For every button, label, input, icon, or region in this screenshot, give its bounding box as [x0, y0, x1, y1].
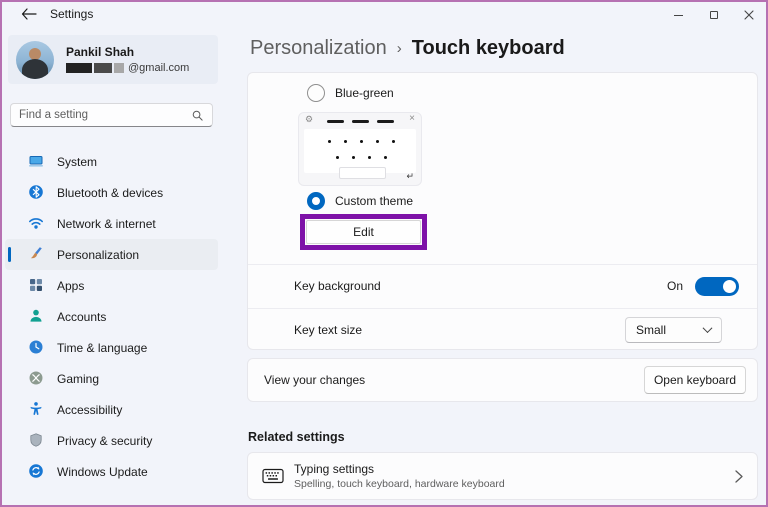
- sidebar-item-accounts[interactable]: Accounts: [5, 301, 218, 332]
- search-box[interactable]: [10, 103, 213, 127]
- page-title: Touch keyboard: [412, 37, 565, 60]
- system-icon: [28, 153, 44, 169]
- sidebar-item-label: Network & internet: [57, 217, 156, 231]
- maximize-icon: [710, 11, 718, 19]
- selected-indicator: [8, 247, 11, 262]
- time-language-icon: [28, 339, 44, 355]
- key-background-toggle[interactable]: [695, 277, 739, 296]
- search-input[interactable]: [19, 109, 191, 121]
- windows-update-icon: [28, 463, 44, 479]
- enter-key-icon: ↵: [406, 171, 414, 182]
- radio-blue-green[interactable]: Blue-green: [307, 84, 394, 102]
- spacebar-key: [339, 167, 386, 179]
- typing-settings-subtitle: Spelling, touch keyboard, hardware keybo…: [294, 478, 505, 490]
- typing-settings-row[interactable]: Typing settings Spelling, touch keyboard…: [247, 452, 758, 500]
- setting-label: View your changes: [264, 373, 365, 387]
- sidebar-item-label: System: [57, 155, 97, 169]
- privacy-icon: [28, 432, 44, 448]
- bluetooth-icon: [28, 184, 44, 200]
- sidebar-item-label: Accessibility: [57, 403, 122, 417]
- email-redaction: [94, 63, 112, 73]
- chevron-down-icon: [703, 323, 713, 333]
- sidebar-item-label: Bluetooth & devices: [57, 186, 163, 200]
- typing-settings-title: Typing settings: [294, 462, 505, 476]
- toggle-knob: [723, 280, 736, 293]
- maximize-button[interactable]: [696, 2, 731, 28]
- sidebar-item-label: Accounts: [57, 310, 106, 324]
- dropdown-value: Small: [636, 323, 704, 337]
- sidebar-item-network[interactable]: Network & internet: [5, 208, 218, 239]
- user-name: Pankil Shah: [66, 45, 189, 59]
- sidebar-item-time-language[interactable]: Time & language: [5, 332, 218, 363]
- radio-custom-theme[interactable]: Custom theme: [307, 192, 413, 210]
- sidebar-item-privacy[interactable]: Privacy & security: [5, 425, 218, 456]
- breadcrumb: Personalization › Touch keyboard: [250, 37, 565, 60]
- sidebar-item-label: Personalization: [57, 248, 139, 262]
- key-text-size-dropdown[interactable]: Small: [625, 317, 722, 343]
- breadcrumb-separator-icon: ›: [397, 40, 402, 57]
- accessibility-icon: [28, 401, 44, 417]
- related-settings-heading: Related settings: [248, 430, 345, 444]
- sidebar-item-apps[interactable]: Apps: [5, 270, 218, 301]
- apps-icon: [28, 277, 44, 293]
- settings-window: Settings Pankil Shah @gmail.com: [0, 0, 768, 507]
- close-icon: [744, 10, 754, 20]
- sidebar-item-label: Windows Update: [57, 465, 148, 479]
- avatar: [16, 41, 54, 79]
- back-button[interactable]: [20, 6, 38, 22]
- email-redaction: [114, 63, 124, 73]
- user-email: @gmail.com: [66, 62, 189, 74]
- keyboard-theme-card: Blue-green ⚙ × ↵ Custom theme Edit Key b…: [247, 72, 758, 350]
- window-title: Settings: [50, 7, 93, 21]
- key-text-size-row: Key text size Small: [248, 308, 757, 351]
- view-changes-card: View your changes Open keyboard: [247, 358, 758, 402]
- sidebar-item-bluetooth[interactable]: Bluetooth & devices: [5, 177, 218, 208]
- radio-selected-icon[interactable]: [307, 192, 325, 210]
- keyboard-handle-dashes: [299, 120, 421, 123]
- radio-label: Blue-green: [335, 86, 394, 100]
- personalization-icon: [28, 246, 44, 262]
- edit-button[interactable]: Edit: [306, 220, 421, 244]
- key-dots-row: [328, 140, 395, 143]
- sidebar-item-personalization[interactable]: Personalization: [5, 239, 218, 270]
- gaming-icon: [28, 370, 44, 386]
- minimize-icon: [674, 15, 683, 16]
- email-domain: @gmail.com: [128, 62, 189, 74]
- accounts-icon: [28, 308, 44, 324]
- sidebar-item-label: Apps: [57, 279, 84, 293]
- open-keyboard-button[interactable]: Open keyboard: [644, 366, 746, 394]
- sidebar-item-accessibility[interactable]: Accessibility: [5, 394, 218, 425]
- user-profile[interactable]: Pankil Shah @gmail.com: [8, 35, 218, 84]
- email-redaction: [66, 63, 92, 73]
- radio-label: Custom theme: [335, 194, 413, 208]
- titlebar: Settings: [0, 0, 768, 28]
- toggle-state-label: On: [667, 279, 683, 293]
- sidebar-item-label: Time & language: [57, 341, 147, 355]
- chevron-right-icon: [735, 470, 743, 483]
- key-dots-row: [336, 156, 387, 159]
- setting-label: Key text size: [294, 323, 362, 337]
- breadcrumb-parent[interactable]: Personalization: [250, 37, 387, 60]
- sidebar-item-system[interactable]: System: [5, 146, 218, 177]
- close-button[interactable]: [731, 2, 766, 28]
- setting-label: Key background: [294, 279, 381, 293]
- sidebar-item-windows-update[interactable]: Windows Update: [5, 456, 218, 487]
- annotation-highlight-box: Edit: [300, 214, 427, 250]
- keyboard-icon: [262, 468, 284, 484]
- sidebar-item-gaming[interactable]: Gaming: [5, 363, 218, 394]
- sidebar-item-label: Privacy & security: [57, 434, 152, 448]
- sidebar-nav: System Bluetooth & devices Network & int…: [5, 146, 218, 487]
- search-icon: [191, 109, 204, 122]
- back-arrow-icon: [21, 8, 37, 20]
- sidebar-item-label: Gaming: [57, 372, 99, 386]
- network-icon: [28, 215, 44, 231]
- key-background-row: Key background On: [248, 264, 757, 308]
- radio-circle-icon[interactable]: [307, 84, 325, 102]
- keyboard-theme-preview[interactable]: ⚙ × ↵: [298, 112, 422, 186]
- minimize-button[interactable]: [661, 2, 696, 28]
- window-controls: [661, 2, 766, 28]
